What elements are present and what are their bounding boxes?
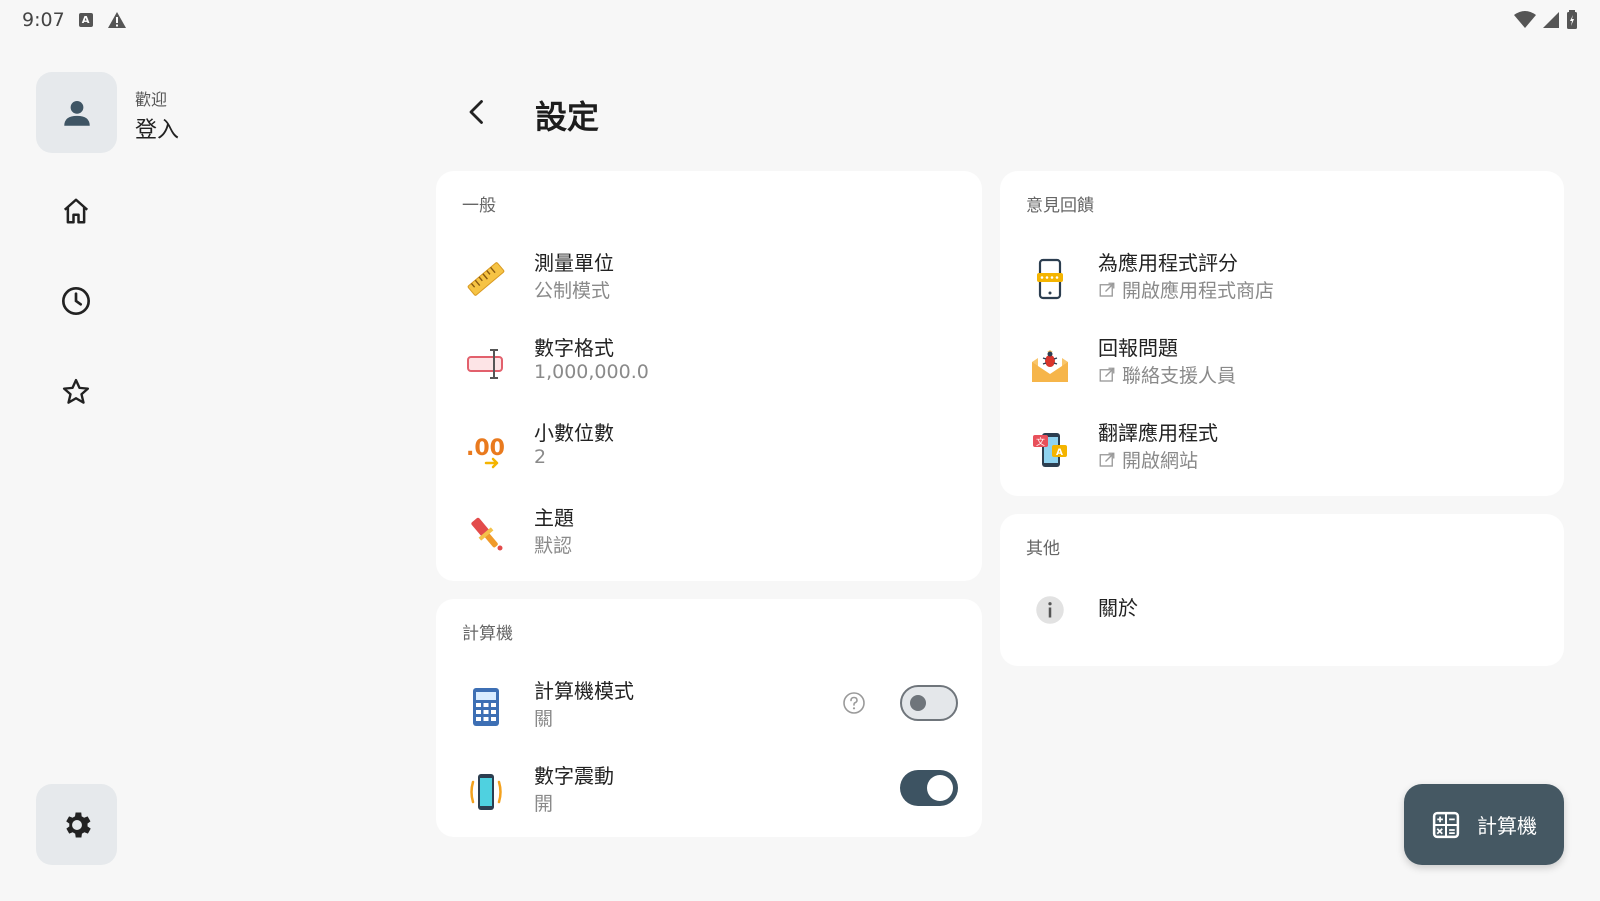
feedback-title: 翻譯應用程式 xyxy=(1098,421,1218,445)
warning-icon xyxy=(107,12,126,28)
feedback-rate-app[interactable]: 為應用程式評分 開啟應用程式商店 xyxy=(1000,241,1564,321)
gear-icon xyxy=(65,812,91,837)
battery-icon xyxy=(1567,10,1577,29)
setting-value: 關 xyxy=(534,708,554,730)
section-title-general: 一般 xyxy=(462,196,496,216)
setting-title: 數字格式 xyxy=(534,336,614,360)
setting-value: 1,000,000.0 xyxy=(534,361,649,383)
back-arrow-icon xyxy=(469,100,483,124)
open-external-icon xyxy=(1099,452,1115,467)
nav-history[interactable] xyxy=(56,281,96,321)
setting-value: 2 xyxy=(534,446,547,468)
feedback-subtitle: 開啟應用程式商店 xyxy=(1098,276,1274,303)
calculator-fab[interactable]: 計算機 xyxy=(1404,784,1564,865)
setting-calculator-mode[interactable]: 計算機模式 關 xyxy=(436,669,982,749)
feedback-subtitle-text: 開啟應用程式商店 xyxy=(1122,280,1275,302)
calculator-card: 計算機 計算機模式 關 數字震動 開 xyxy=(436,599,982,837)
feedback-subtitle-text: 聯絡支援人員 xyxy=(1122,365,1237,387)
setting-value: 公制模式 xyxy=(534,280,611,302)
paint-brush-icon xyxy=(462,510,510,558)
setting-decimal-places[interactable]: .00 小數位數 2 xyxy=(436,411,982,491)
section-title-other: 其他 xyxy=(1026,539,1060,559)
feedback-subtitle-text: 開啟網站 xyxy=(1122,450,1199,472)
section-title-calculator: 計算機 xyxy=(462,624,513,644)
setting-title: 小數位數 xyxy=(534,421,614,445)
decimal-places-icon: .00 xyxy=(462,425,510,473)
feedback-subtitle: 開啟網站 xyxy=(1098,446,1198,473)
wifi-icon xyxy=(1514,11,1536,28)
ruler-icon xyxy=(462,255,510,303)
welcome-label: 歡迎 xyxy=(135,90,168,109)
nav-favorites[interactable] xyxy=(56,372,96,412)
home-icon xyxy=(63,198,89,224)
feedback-title: 回報問題 xyxy=(1098,336,1178,360)
feedback-subtitle: 聯絡支援人員 xyxy=(1098,361,1236,388)
feedback-card: 意見回饋 為應用程式評分 開啟應用程式商店 回報問題 聯絡支援人員 文A 翻譯應… xyxy=(1000,171,1564,496)
person-icon xyxy=(63,100,90,126)
keyboard-notification-icon: A xyxy=(78,13,93,27)
other-card: 其他 關於 xyxy=(1000,514,1564,666)
star-icon xyxy=(62,378,90,404)
nav-home[interactable] xyxy=(56,191,96,231)
info-icon xyxy=(1026,586,1074,634)
feedback-title: 為應用程式評分 xyxy=(1098,251,1238,275)
login-label[interactable]: 登入 xyxy=(135,112,179,144)
svg-text:A: A xyxy=(1056,448,1063,458)
vibration-icon xyxy=(462,768,510,816)
setting-title: 計算機模式 xyxy=(534,679,634,703)
nav-settings[interactable] xyxy=(36,784,117,865)
calculator-grid-icon xyxy=(1432,811,1460,838)
feedback-report-issue[interactable]: 回報問題 聯絡支援人員 xyxy=(1000,326,1564,406)
setting-value: 默認 xyxy=(534,535,573,557)
profile-text[interactable]: 歡迎 登入 xyxy=(135,86,179,144)
calculator-mode-toggle[interactable] xyxy=(900,685,958,721)
toggle-knob xyxy=(910,695,926,711)
setting-number-vibration[interactable]: 數字震動 開 xyxy=(436,754,982,834)
setting-title: 數字震動 xyxy=(534,764,614,788)
calculator-icon xyxy=(462,683,510,731)
number-vibration-toggle[interactable] xyxy=(900,770,958,806)
open-external-icon xyxy=(1099,367,1115,382)
status-bar: 9:07 A xyxy=(0,0,1600,40)
setting-title: 主題 xyxy=(534,506,574,530)
general-card: 一般 測量單位 公制模式 數字格式 1,000,000.0 .00 小數位數 2… xyxy=(436,171,982,581)
setting-number-format[interactable]: 數字格式 1,000,000.0 xyxy=(436,326,982,406)
cell-signal-icon xyxy=(1543,12,1559,28)
setting-title: 測量單位 xyxy=(534,251,614,275)
setting-value: 開 xyxy=(534,793,554,815)
help-icon[interactable] xyxy=(842,691,866,715)
rate-phone-icon xyxy=(1026,255,1074,303)
about-title: 關於 xyxy=(1098,596,1138,620)
open-external-icon xyxy=(1099,282,1115,297)
status-time: 9:07 xyxy=(22,9,65,31)
svg-text:文: 文 xyxy=(1036,436,1045,448)
clock-icon xyxy=(62,287,90,315)
other-about[interactable]: 關於 xyxy=(1000,572,1564,652)
setting-measurement-unit[interactable]: 測量單位 公制模式 xyxy=(436,241,982,321)
page-title: 設定 xyxy=(535,98,600,136)
fab-label: 計算機 xyxy=(1477,814,1537,838)
back-button[interactable] xyxy=(458,92,498,132)
feedback-translate-app[interactable]: 文A 翻譯應用程式 開啟網站 xyxy=(1000,411,1564,491)
svg-text:.00: .00 xyxy=(466,436,505,461)
bug-mail-icon xyxy=(1026,340,1074,388)
number-format-icon xyxy=(462,340,510,388)
setting-theme[interactable]: 主題 默認 xyxy=(436,496,982,576)
profile-avatar-button[interactable] xyxy=(36,72,117,153)
translate-icon: 文A xyxy=(1026,425,1074,473)
section-title-feedback: 意見回饋 xyxy=(1026,196,1094,216)
toggle-knob xyxy=(927,775,953,801)
